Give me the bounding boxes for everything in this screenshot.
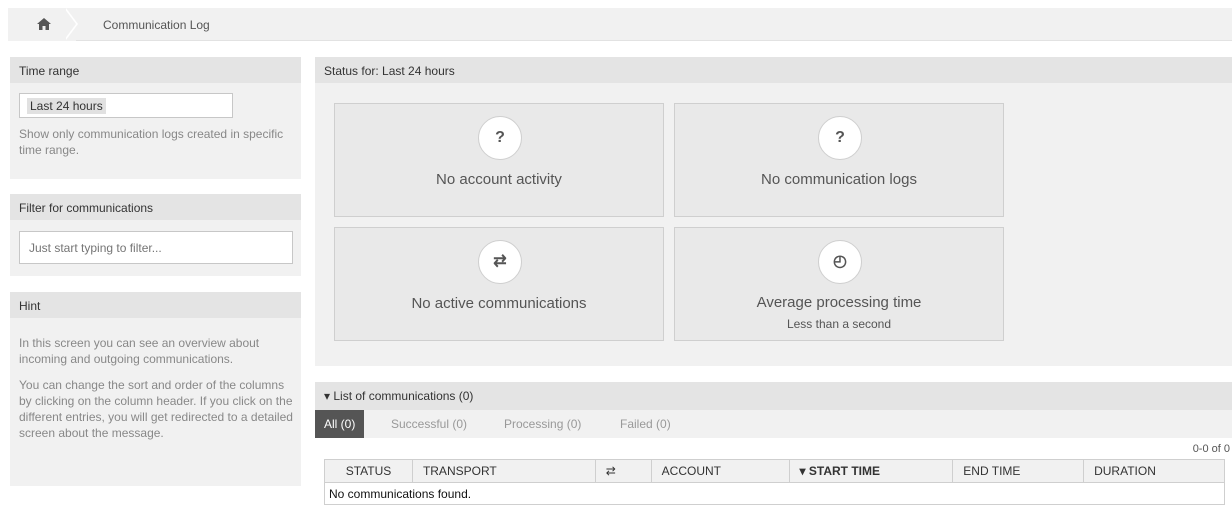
status-panel: Status for: Last 24 hours ? No account a…	[315, 57, 1232, 366]
breadcrumb-separator-fill	[64, 8, 76, 40]
processing-time-tile[interactable]: ◴ Average processing time Less than a se…	[674, 227, 1004, 341]
empty-message: No communications found.	[324, 482, 1225, 505]
column-end-time[interactable]: END TIME	[952, 459, 1085, 483]
communications-table: STATUS TRANSPORT ⇄ ACCOUNT ▾ START TIME …	[324, 459, 1225, 505]
clock-icon: ◴	[818, 240, 862, 284]
exchange-icon: ⇄	[478, 240, 522, 284]
column-direction[interactable]: ⇄	[594, 459, 652, 483]
time-range-select[interactable]: Last 24 hours	[19, 93, 233, 118]
column-account[interactable]: ACCOUNT	[650, 459, 790, 483]
breadcrumb: Communication Log	[8, 8, 1232, 41]
filter-tabs: All (0) Successful (0) Processing (0) Fa…	[315, 410, 1232, 438]
list-title: List of communications (0)	[333, 389, 474, 403]
tile-label: No account activity	[436, 171, 562, 188]
pagination-info: 0-0 of 0	[1192, 443, 1230, 455]
filter-title: Filter for communications	[10, 194, 301, 220]
column-status[interactable]: STATUS	[324, 459, 413, 483]
time-range-selected[interactable]: Last 24 hours	[27, 98, 106, 114]
account-activity-tile[interactable]: ? No account activity	[334, 103, 664, 217]
column-duration[interactable]: DURATION	[1083, 459, 1225, 483]
communication-logs-tile[interactable]: ? No communication logs	[674, 103, 1004, 217]
column-transport[interactable]: TRANSPORT	[411, 459, 596, 483]
tab-successful[interactable]: Successful (0)	[382, 410, 476, 438]
tab-failed[interactable]: Failed (0)	[611, 410, 680, 438]
filter-input[interactable]	[19, 231, 293, 264]
time-range-description: Show only communication logs created in …	[19, 127, 284, 157]
tab-processing[interactable]: Processing (0)	[495, 410, 590, 438]
question-icon: ?	[818, 116, 862, 160]
breadcrumb-current: Communication Log	[103, 18, 210, 32]
home-icon[interactable]	[37, 18, 51, 30]
filter-widget: Filter for communications	[10, 194, 301, 276]
question-icon: ?	[478, 116, 522, 160]
time-range-widget: Time range Last 24 hours Show only commu…	[10, 57, 301, 179]
tile-sublabel: Less than a second	[786, 317, 892, 331]
tile-label: No communication logs	[761, 171, 917, 188]
hint-paragraph-1: In this screen you can see an overview a…	[19, 336, 260, 366]
hint-title: Hint	[10, 292, 301, 318]
list-header[interactable]: ▾ List of communications (0)	[315, 382, 1232, 410]
communication-list-panel: ▾ List of communications (0) All (0) Suc…	[315, 382, 1232, 515]
hint-paragraph-2: You can change the sort and order of the…	[19, 378, 293, 440]
time-range-title: Time range	[10, 57, 301, 83]
collapse-icon[interactable]: ▾	[324, 389, 330, 403]
active-communications-tile[interactable]: ⇄ No active communications	[334, 227, 664, 341]
table-header-row: STATUS TRANSPORT ⇄ ACCOUNT ▾ START TIME …	[324, 459, 1225, 483]
table-row: No communications found.	[324, 482, 1225, 505]
tile-label: Average processing time	[756, 294, 922, 311]
tile-label: No active communications	[411, 295, 587, 312]
status-title: Status for: Last 24 hours	[315, 57, 1232, 83]
hint-widget: Hint In this screen you can see an overv…	[10, 292, 301, 486]
column-start-time[interactable]: ▾ START TIME	[788, 459, 954, 483]
tab-all[interactable]: All (0)	[315, 410, 365, 438]
